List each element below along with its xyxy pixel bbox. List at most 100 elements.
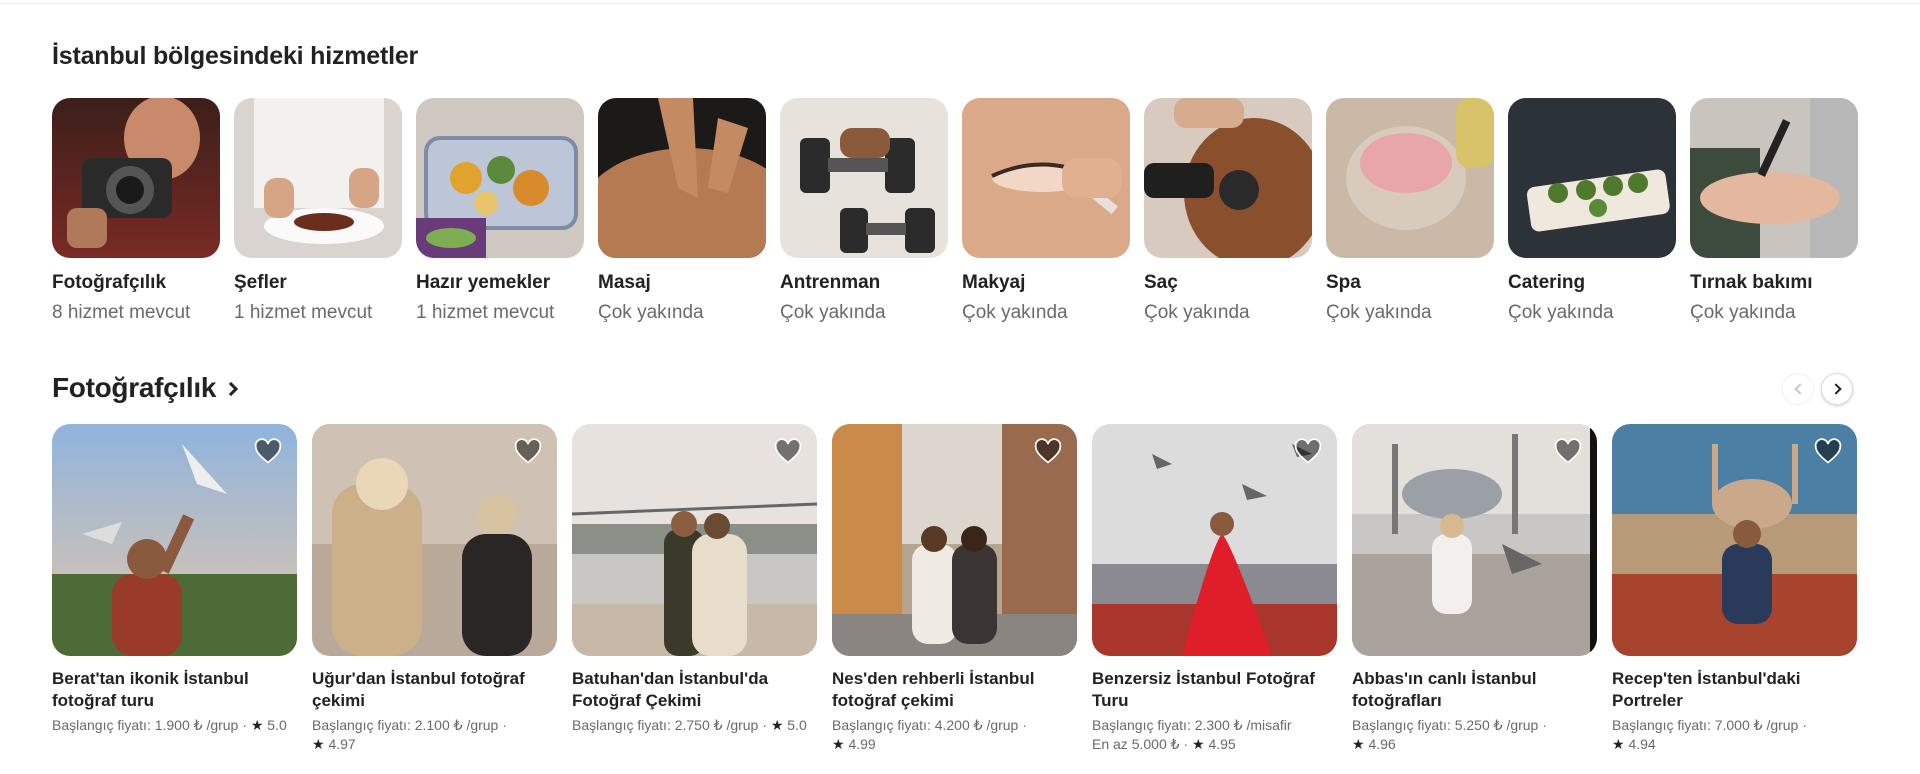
category-card-makeup[interactable]: Makyaj Çok yakında [962, 98, 1130, 324]
listing-title: Nes'den rehberli İstanbul fotoğraf çekim… [832, 669, 1035, 710]
listing-card[interactable]: Uğur'dan İstanbul fotoğraf çekimi Başlan… [312, 424, 557, 754]
listing-title: Recep'ten İstanbul'daki Portreler [1612, 669, 1801, 710]
listing-rating: 4.97 [328, 736, 356, 752]
services-section-title: İstanbul bölgesindeki hizmetler [52, 42, 419, 70]
listing-card[interactable]: Benzersiz İstanbul Fotoğraf Turu Başlang… [1092, 424, 1337, 754]
category-availability: Çok yakında [962, 302, 1068, 323]
listing-meta: Başlangıç fiyatı: 4.200 ₺ /grup · ★ 4.99 [832, 717, 1027, 752]
star-icon: ★ [1612, 736, 1625, 752]
listing-rating: 5.0 [787, 717, 807, 733]
listing-photo [312, 424, 557, 656]
category-availability: Çok yakında [598, 302, 704, 323]
category-availability: Çok yakında [1144, 302, 1250, 323]
category-availability: 8 hizmet mevcut [52, 302, 191, 323]
category-card-massage[interactable]: Masaj Çok yakında [598, 98, 766, 324]
category-image-photography [52, 98, 220, 258]
heart-icon[interactable] [1033, 438, 1063, 466]
category-name: Şefler [234, 272, 287, 293]
chevron-left-icon [1793, 383, 1806, 395]
category-card-chefs[interactable]: Şefler 1 hizmet mevcut [234, 98, 402, 324]
heart-icon[interactable] [1553, 438, 1583, 466]
category-card-hair[interactable]: Saç Çok yakında [1144, 98, 1312, 324]
listing-rating: 4.94 [1628, 736, 1656, 752]
header-divider [0, 0, 1920, 4]
listing-card[interactable]: Batuhan'dan İstanbul'da Fotoğraf Çekimi … [572, 424, 817, 754]
listing-photo [572, 424, 817, 656]
category-availability: Çok yakında [1508, 302, 1614, 323]
listing-price: Başlangıç fiyatı: 2.100 ₺ /grup [312, 717, 499, 733]
category-image-makeup [962, 98, 1130, 258]
listing-photo [52, 424, 297, 656]
category-name: Catering [1508, 272, 1586, 293]
photography-section-link[interactable]: Fotoğrafçılık [52, 372, 239, 404]
listing-price: Başlangıç fiyatı: 7.000 ₺ /grup [1612, 717, 1799, 733]
category-image-chefs [234, 98, 402, 258]
listing-price: Başlangıç fiyatı: 1.900 ₺ /grup [52, 717, 239, 733]
photography-section-title: Fotoğrafçılık [52, 372, 217, 403]
listing-price: Başlangıç fiyatı: 2.300 ₺ /misafir [1092, 717, 1292, 733]
listing-photo [832, 424, 1077, 656]
listing-title: Berat'tan ikonik İstanbul fotoğraf turu [52, 669, 249, 710]
chevron-right-icon [1829, 383, 1842, 395]
listing-card[interactable]: Nes'den rehberli İstanbul fotoğraf çekim… [832, 424, 1077, 754]
listing-minimum: En az 5.000 ₺ [1092, 736, 1180, 752]
category-name: Antrenman [780, 272, 881, 293]
category-name: Saç [1144, 272, 1178, 293]
category-card-photography[interactable]: Fotoğrafçılık 8 hizmet mevcut [52, 98, 220, 324]
category-image-training [780, 98, 948, 258]
listing-card[interactable]: Berat'tan ikonik İstanbul fotoğraf turu … [52, 424, 297, 754]
listing-meta: Başlangıç fiyatı: 2.100 ₺ /grup · ★ 4.97 [312, 717, 507, 752]
listing-rating: 4.99 [848, 736, 876, 752]
listing-card[interactable]: Recep'ten İstanbul'daki Portreler Başlan… [1612, 424, 1857, 754]
star-icon: ★ [832, 736, 845, 752]
listing-title: Abbas'ın canlı İstanbul fotoğrafları [1352, 669, 1537, 710]
category-image-spa [1326, 98, 1494, 258]
category-availability: Çok yakında [1326, 302, 1432, 323]
category-name: Masaj [598, 272, 651, 293]
category-card-nail-care[interactable]: Tırnak bakımı Çok yakında [1690, 98, 1858, 324]
carousel-next-button[interactable] [1821, 373, 1853, 405]
category-image-prepared-meals [416, 98, 584, 258]
listing-rating: 4.95 [1208, 736, 1236, 752]
heart-icon[interactable] [1813, 438, 1843, 466]
listing-price: Başlangıç fiyatı: 5.250 ₺ /grup [1352, 717, 1539, 733]
listing-meta: Başlangıç fiyatı: 7.000 ₺ /grup · ★ 4.94 [1612, 717, 1807, 752]
carousel-prev-button[interactable] [1782, 373, 1814, 405]
category-card-catering[interactable]: Catering Çok yakında [1508, 98, 1676, 324]
category-image-nail-care [1690, 98, 1858, 258]
category-card-prepared-meals[interactable]: Hazır yemekler 1 hizmet mevcut [416, 98, 584, 324]
category-availability: Çok yakında [1690, 302, 1796, 323]
star-icon: ★ [250, 717, 264, 733]
category-card-training[interactable]: Antrenman Çok yakında [780, 98, 948, 324]
listing-meta: Başlangıç fiyatı: 1.900 ₺ /grup · ★ 5.0 [52, 717, 287, 733]
service-categories-row: Fotoğrafçılık 8 hizmet mevcut Şefler 1 h… [52, 98, 1858, 324]
listing-rating: 4.96 [1368, 736, 1396, 752]
category-image-massage [598, 98, 766, 258]
category-availability: 1 hizmet mevcut [416, 302, 555, 323]
star-icon: ★ [1352, 736, 1365, 752]
category-card-spa[interactable]: Spa Çok yakında [1326, 98, 1494, 324]
listing-card[interactable]: Abbas'ın canlı İstanbul fotoğrafları Baş… [1352, 424, 1597, 754]
listing-price: Başlangıç fiyatı: 2.750 ₺ /grup [572, 717, 759, 733]
listing-meta: Başlangıç fiyatı: 2.300 ₺ /misafir En az… [1092, 717, 1292, 752]
category-image-hair [1144, 98, 1312, 258]
listing-title: Benzersiz İstanbul Fotoğraf Turu [1092, 669, 1315, 710]
heart-icon[interactable] [1293, 438, 1323, 466]
listing-title: Uğur'dan İstanbul fotoğraf çekimi [312, 669, 525, 710]
listing-meta: Başlangıç fiyatı: 2.750 ₺ /grup · ★ 5.0 [572, 717, 807, 733]
category-name: Tırnak bakımı [1690, 272, 1813, 293]
star-icon: ★ [312, 736, 325, 752]
category-name: Makyaj [962, 272, 1026, 293]
heart-icon[interactable] [773, 438, 803, 466]
heart-icon[interactable] [253, 438, 283, 466]
heart-icon[interactable] [513, 438, 543, 466]
photography-listings-row: Berat'tan ikonik İstanbul fotoğraf turu … [52, 424, 1857, 754]
chevron-right-icon [224, 381, 239, 397]
listing-rating: 5.0 [267, 717, 287, 733]
listing-price: Başlangıç fiyatı: 4.200 ₺ /grup [832, 717, 1019, 733]
listing-title: Batuhan'dan İstanbul'da Fotoğraf Çekimi [572, 669, 769, 710]
category-image-catering [1508, 98, 1676, 258]
listing-photo [1352, 424, 1597, 656]
listing-meta: Başlangıç fiyatı: 5.250 ₺ /grup · ★ 4.96 [1352, 717, 1547, 752]
category-name: Fotoğrafçılık [52, 272, 167, 293]
